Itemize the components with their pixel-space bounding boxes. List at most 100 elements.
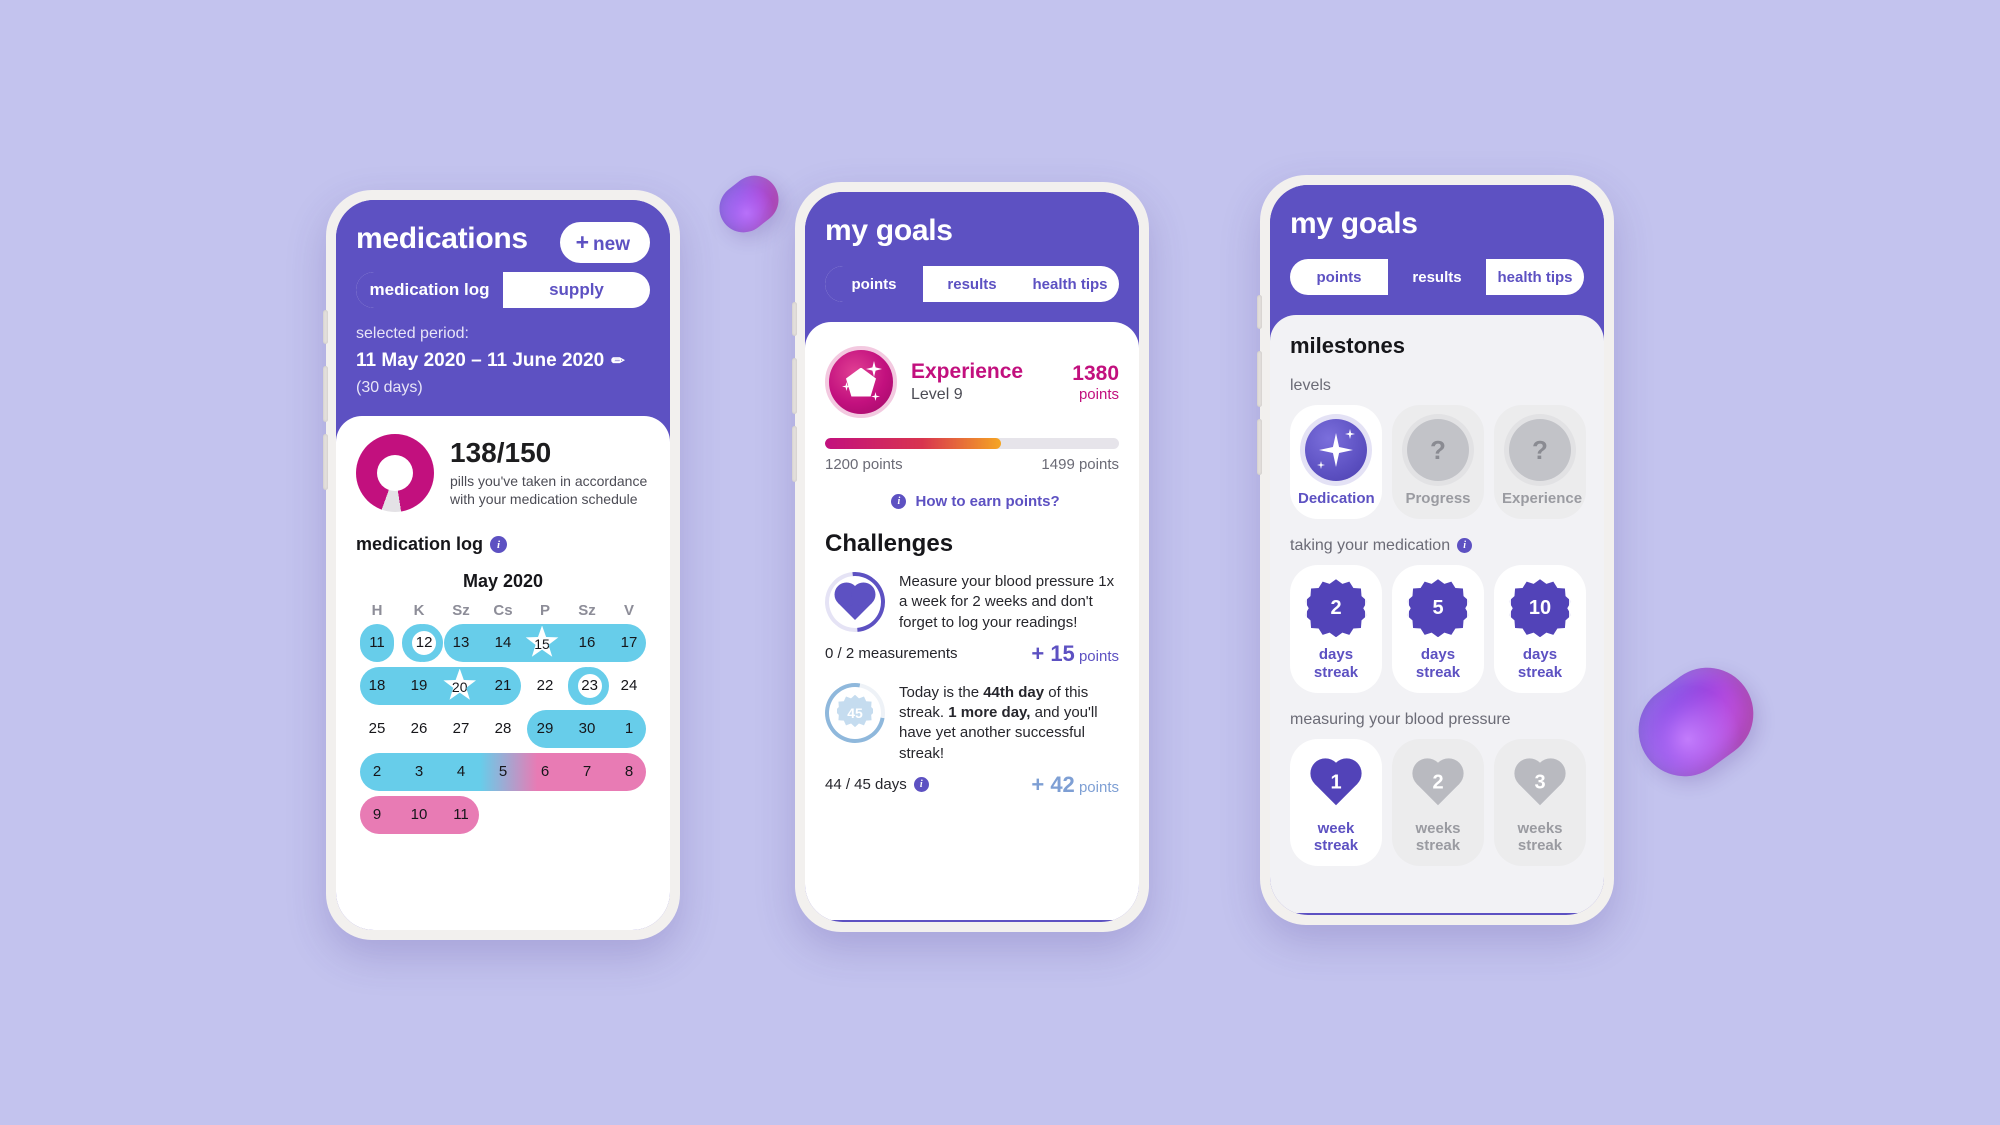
challenge-text: Today is the 44th day of this streak. 1 … — [899, 683, 1119, 764]
phone-volume-down-button — [792, 426, 797, 482]
tab-results[interactable]: results — [923, 266, 1021, 302]
info-icon[interactable]: i — [913, 777, 929, 793]
plus-icon: + — [575, 229, 590, 255]
how-to-earn-points-label: How to earn points? — [915, 493, 1060, 510]
calendar-day[interactable]: 1 — [608, 710, 650, 748]
screen-goals-results: my goals points results health tips mile… — [1270, 185, 1604, 915]
calendar-day[interactable]: 16 — [566, 624, 608, 662]
phone-volume-up-button — [323, 366, 328, 422]
tab-health-tips[interactable]: health tips — [1021, 266, 1119, 302]
calendar-day-12-ring[interactable]: 12 — [405, 623, 444, 662]
challenge-footer: 44 / 45 days i + 42 points — [825, 772, 1119, 798]
calendar-day[interactable]: 9 — [356, 796, 398, 834]
calendar-day-23-ring[interactable]: 23 — [570, 666, 609, 705]
calendar-day[interactable]: 14 — [482, 624, 524, 662]
bp-streak-tile-2-weeks[interactable]: 2 weeks streak — [1392, 738, 1484, 867]
calendar-day — [482, 796, 524, 834]
calendar-month-title: May 2020 — [462, 570, 544, 591]
milestones-title: milestones — [1290, 333, 1405, 358]
challenge-card-streak[interactable]: 45 Today is the 44th day of this streak.… — [813, 670, 1119, 798]
heart-badge-icon: 1 — [1307, 753, 1365, 811]
calendar-day[interactable]: 29 — [524, 710, 566, 748]
calendar-day-15-label: 15 — [534, 635, 550, 652]
calendar-week-2: 20 23 18 19 21 22 24 — [356, 666, 650, 705]
experience-progress-fill — [825, 438, 1002, 449]
levels-tiles: Dedication ? Progress ? Experience — [1290, 405, 1586, 520]
star-burst-icon: 2 — [1307, 579, 1365, 638]
calendar-day[interactable]: 28 — [482, 710, 524, 748]
phone-side-button — [323, 310, 328, 344]
streak-tile-label: days streak — [1415, 646, 1461, 681]
sparkle-icon — [871, 392, 880, 401]
phone-mockup-goals-results: my goals points results health tips mile… — [1257, 175, 1614, 925]
challenge-card-blood-pressure[interactable]: Measure your blood pressure 1x a week fo… — [812, 559, 1119, 667]
phone-side-button — [1257, 295, 1262, 329]
tab-supply[interactable]: supply — [503, 272, 650, 308]
calendar-day[interactable]: 3 — [398, 753, 440, 791]
pentagon-shape — [846, 367, 876, 397]
calendar-day[interactable]: 18 — [356, 667, 398, 705]
bp-streak-tile-label: weeks streak — [1415, 819, 1461, 854]
streak-tile-10-days[interactable]: 10 days streak — [1494, 565, 1586, 693]
tab-medication-log[interactable]: medication log — [356, 272, 503, 308]
how-to-earn-points-link[interactable]: i How to earn points? — [825, 493, 1119, 510]
calendar-day[interactable]: 10 — [398, 796, 440, 834]
dow-v: V — [623, 601, 634, 619]
phone-mockup-medications: + new medications medication log supply s… — [323, 190, 680, 940]
calendar-day[interactable]: 11 — [356, 624, 398, 662]
info-icon[interactable]: i — [490, 536, 508, 553]
calendar-day[interactable]: 24 — [608, 667, 650, 705]
calendar-day[interactable]: 5 — [482, 753, 524, 791]
experience-points-block: 1380 points — [1072, 362, 1119, 403]
experience-progress-bar — [825, 438, 1119, 449]
calendar-day[interactable]: 17 — [608, 624, 650, 662]
tab-points[interactable]: points — [825, 266, 923, 302]
challenge-progress: 44 / 45 days i — [825, 776, 929, 793]
calendar-day[interactable]: 2 — [356, 753, 398, 791]
calendar-week-4-cells: 2 3 4 5 6 7 8 — [356, 753, 650, 791]
calendar-day[interactable]: 22 — [524, 667, 566, 705]
calendar-day[interactable]: 7 — [566, 753, 608, 791]
calendar-day[interactable]: 25 — [356, 710, 398, 748]
new-medication-button[interactable]: + new — [559, 222, 650, 263]
medications-content-sheet: 138/150 pills you've taken in accordance… — [336, 415, 670, 930]
level-tile-experience[interactable]: ? Experience — [1494, 405, 1586, 520]
tab-points[interactable]: points — [1290, 259, 1388, 295]
challenge-progress: 0 / 2 measurements — [825, 645, 958, 663]
question-icon: ? — [1509, 419, 1571, 481]
calendar-day[interactable]: 11 — [440, 796, 482, 834]
milestones-sheet: milestones levels Dedication ? Progress … — [1270, 315, 1604, 913]
bp-streak-tile-3-weeks[interactable]: 3 weeks streak — [1494, 738, 1586, 867]
heart-badge-icon: 2 — [1409, 753, 1467, 811]
page-title: my goals — [825, 214, 953, 247]
calendar-day[interactable]: 27 — [440, 710, 482, 748]
calendar-day[interactable]: 6 — [524, 753, 566, 791]
dow-h: H — [371, 601, 383, 619]
calendar-day[interactable]: 26 — [398, 710, 440, 748]
calendar-day[interactable]: 13 — [440, 624, 482, 662]
calendar-day[interactable]: 30 — [566, 710, 608, 748]
level-tile-dedication[interactable]: Dedication — [1290, 405, 1382, 520]
level-tile-progress[interactable]: ? Progress — [1392, 405, 1484, 520]
phone-side-button — [792, 302, 797, 336]
bp-streak-tile-1-week[interactable]: 1 week streak — [1290, 738, 1382, 867]
page-title: my goals — [1290, 207, 1418, 240]
phone-volume-down-button — [323, 434, 328, 490]
tab-health-tips[interactable]: health tips — [1486, 259, 1584, 295]
medication-streak-tiles: 2 days streak 5 days streak 10 days stre… — [1290, 565, 1586, 693]
experience-points-value: 1380 — [1072, 361, 1119, 385]
level-tile-label: Progress — [1405, 490, 1471, 507]
info-icon[interactable]: i — [1457, 538, 1473, 554]
phone-volume-up-button — [1257, 351, 1262, 407]
calendar-day — [524, 796, 566, 834]
calendar-day[interactable]: 21 — [482, 667, 524, 705]
streak-tile-2-days[interactable]: 2 days streak — [1290, 565, 1382, 693]
edit-period-pencil-icon[interactable]: ✏ — [611, 350, 624, 374]
streak-tile-5-days[interactable]: 5 days streak — [1392, 565, 1484, 693]
star-burst-icon: 10 — [1511, 579, 1569, 638]
calendar-day[interactable]: 8 — [608, 753, 650, 791]
calendar-day[interactable]: 4 — [440, 753, 482, 791]
question-icon: ? — [1407, 419, 1469, 481]
calendar-day[interactable]: 19 — [398, 667, 440, 705]
tab-results[interactable]: results — [1388, 259, 1486, 295]
